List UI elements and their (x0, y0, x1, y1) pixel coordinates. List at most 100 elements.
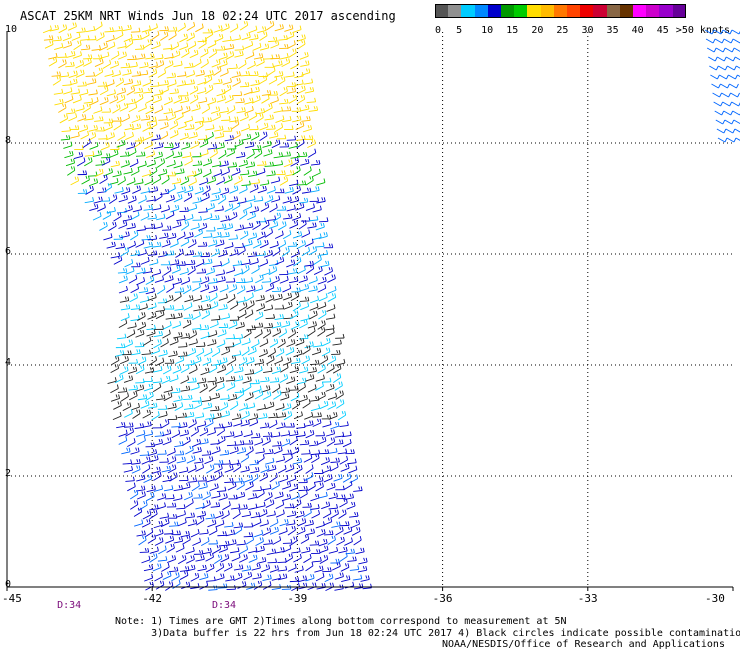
wind-barb (172, 365, 182, 374)
wind-barb (203, 348, 213, 357)
wind-barb (165, 150, 175, 160)
wind-barb (225, 376, 236, 382)
wind-barb (189, 85, 199, 95)
wind-barb (238, 59, 247, 70)
wind-barb (232, 91, 243, 97)
wind-barb (118, 195, 128, 203)
wind-barb (218, 583, 228, 589)
wind-barb (213, 66, 222, 76)
wind-barb (273, 106, 283, 113)
wind-barb (178, 351, 188, 358)
wind-barb (277, 76, 286, 86)
wind-barb (712, 92, 722, 98)
wind-barb (169, 239, 179, 248)
wind-barb (307, 384, 317, 393)
wind-barb (243, 202, 253, 211)
wind-barb (154, 529, 164, 537)
wind-barb (226, 440, 237, 447)
wind-barb (351, 519, 360, 529)
wind-barb (254, 529, 264, 538)
wind-barb (164, 359, 175, 364)
wind-barb (244, 369, 255, 376)
wind-barb (285, 170, 295, 177)
wind-barb (92, 212, 102, 221)
wind-barb (275, 500, 285, 510)
wind-barb (70, 131, 80, 139)
wind-barb (340, 464, 350, 472)
wind-barb (58, 24, 68, 34)
wind-barb (331, 521, 341, 528)
wind-barb (162, 571, 172, 580)
wind-barb (265, 457, 275, 465)
wind-barb (241, 180, 251, 187)
wind-barb (165, 581, 174, 591)
wind-barb (165, 535, 175, 544)
wind-barb (68, 22, 77, 31)
wind-barb (120, 151, 130, 157)
wind-barb (199, 177, 209, 186)
wind-barb (213, 25, 223, 33)
wind-barb (159, 232, 169, 239)
wind-barb (87, 78, 97, 85)
wind-barb (173, 95, 183, 104)
wind-barb (243, 522, 254, 528)
wind-barb (199, 427, 209, 437)
wind-barb (231, 350, 242, 357)
wind-barb (289, 435, 298, 446)
wind-barb (234, 366, 244, 374)
wind-barb (711, 83, 721, 89)
wind-barb (173, 494, 183, 501)
wind-barb (211, 315, 221, 321)
wind-barb (205, 124, 215, 131)
map-frame (6, 32, 734, 591)
wind-barb (259, 258, 269, 267)
wind-barb (179, 476, 189, 482)
wind-barb (169, 521, 179, 527)
wind-barb (97, 203, 106, 212)
wind-barb (157, 68, 167, 78)
wind-barb (204, 70, 214, 78)
wind-barb (315, 572, 325, 582)
wind-barb (151, 241, 162, 248)
wind-barb (250, 178, 260, 185)
wind-barb (202, 357, 212, 366)
wind-barb (219, 402, 229, 411)
wind-barb (218, 357, 228, 365)
wind-barb (725, 128, 736, 134)
wind-barb (115, 350, 125, 357)
wind-barb (166, 283, 175, 293)
wind-barb (276, 170, 286, 175)
wind-barb (110, 160, 120, 168)
wind-barb (118, 220, 128, 229)
wind-barb (218, 304, 228, 311)
wind-barb (159, 457, 169, 463)
wind-barb (269, 221, 279, 229)
wind-barb (200, 48, 209, 58)
wind-barb (174, 450, 185, 456)
wind-barb (159, 80, 169, 86)
wind-barb (214, 132, 225, 139)
wind-barb (253, 365, 263, 375)
wind-barb (324, 267, 333, 276)
wind-barb (152, 382, 162, 393)
wind-barb (179, 132, 189, 141)
y-tick-label: 8 (5, 135, 12, 146)
wind-barb (239, 545, 249, 555)
wind-barb (287, 329, 297, 339)
wind-barb (220, 394, 230, 400)
wind-barb (119, 356, 129, 365)
wind-barb (174, 287, 185, 293)
wind-barb (327, 293, 337, 302)
wind-barb (101, 107, 112, 113)
wind-barb (309, 295, 320, 304)
wind-barb (732, 38, 740, 44)
wind-barb (252, 42, 262, 51)
wind-barb (201, 295, 211, 303)
wind-barb (136, 429, 146, 438)
wind-barb (296, 85, 306, 95)
wind-barb (100, 142, 110, 151)
wind-barb (331, 350, 341, 355)
wind-barb (209, 148, 218, 159)
wind-barb (241, 33, 251, 41)
wind-barb (102, 59, 112, 69)
